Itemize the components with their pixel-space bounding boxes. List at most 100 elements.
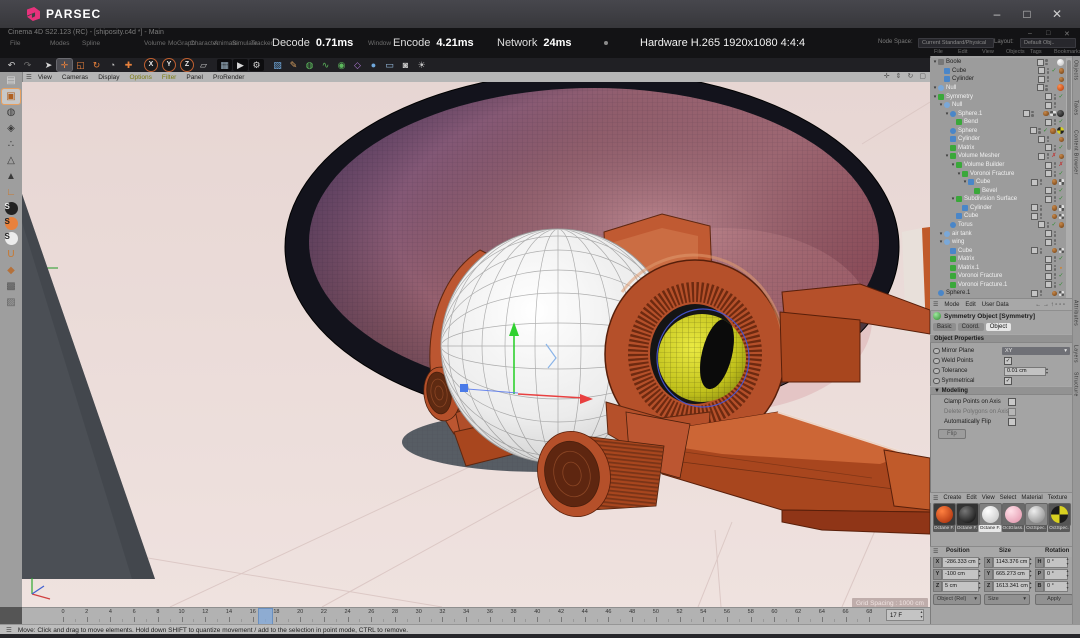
- enable-checkbox[interactable]: [1031, 179, 1038, 186]
- pen-icon[interactable]: ✎: [286, 59, 301, 71]
- camera-icon[interactable]: ◙: [398, 59, 413, 71]
- enable-checkbox[interactable]: [1045, 230, 1052, 237]
- points-mode-icon[interactable]: ∴: [2, 137, 20, 152]
- visibility-dot[interactable]: [1054, 239, 1057, 242]
- tree-row[interactable]: Bevel✓: [930, 186, 1066, 195]
- field-stepper[interactable]: ▴▾: [1028, 581, 1033, 590]
- attr-tab-object[interactable]: Object: [986, 323, 1011, 331]
- enable-checkbox[interactable]: [1045, 102, 1052, 109]
- visibility-dot[interactable]: [1047, 153, 1050, 156]
- om-menu-view[interactable]: View: [982, 49, 994, 55]
- tree-row[interactable]: Cube✓: [930, 67, 1066, 76]
- workplane-icon[interactable]: ◆: [2, 263, 20, 278]
- tree-row[interactable]: ▾Volume Builder✗: [930, 161, 1066, 170]
- material-label[interactable]: OctSpec.: [1048, 525, 1070, 532]
- enable-checkbox[interactable]: [1045, 162, 1052, 169]
- phong-tag-icon[interactable]: [1052, 179, 1058, 185]
- visibility-dot[interactable]: [1054, 273, 1057, 276]
- visibility-dot[interactable]: [1045, 59, 1048, 62]
- uv-tag-icon[interactable]: [1059, 214, 1065, 220]
- material-swatch[interactable]: [1048, 503, 1071, 526]
- field-stepper[interactable]: ▴▾: [1065, 557, 1070, 566]
- 3d-viewport[interactable]: Grid Spacing : 1000 cm: [22, 82, 930, 607]
- material-label[interactable]: OctSpec.: [1025, 525, 1047, 532]
- panel-tab-objects[interactable]: Objects: [1073, 60, 1079, 80]
- tree-row[interactable]: ▾Symmetry✓: [930, 92, 1066, 101]
- size-x-field[interactable]: 1143.376 cm: [993, 557, 1030, 568]
- tree-row[interactable]: ▾Subdivision Surface✓: [930, 195, 1066, 204]
- move-icon[interactable]: ✛: [57, 59, 72, 71]
- phong-tag-icon[interactable]: [1059, 137, 1065, 143]
- visibility-dot[interactable]: [1047, 71, 1050, 74]
- position-y-field[interactable]: -100 cm: [942, 569, 979, 580]
- visibility-dot[interactable]: [1047, 76, 1050, 79]
- material-tag-icon[interactable]: [1057, 84, 1064, 91]
- spline-icon[interactable]: ∿: [318, 59, 333, 71]
- phong-tag-icon[interactable]: [1059, 154, 1065, 160]
- enable-checkbox[interactable]: [1045, 119, 1052, 126]
- enable-checkbox[interactable]: [1031, 290, 1038, 297]
- tree-row[interactable]: Matrix✓: [930, 255, 1066, 264]
- visibility-dot[interactable]: [1038, 131, 1041, 134]
- om-menu-file[interactable]: File: [934, 49, 943, 55]
- visibility-dot[interactable]: [1054, 145, 1057, 148]
- field-stepper[interactable]: ▴▾: [977, 581, 982, 590]
- rotate-icon[interactable]: ↻: [89, 59, 104, 71]
- material-swatch[interactable]: [979, 503, 1002, 526]
- visibility-dot[interactable]: [1054, 166, 1057, 169]
- environment-icon[interactable]: ●: [366, 59, 381, 71]
- snap-2d-icon[interactable]: S: [5, 232, 18, 245]
- material-menu-edit[interactable]: Edit: [966, 495, 976, 501]
- object-enabled-toggle[interactable]: [933, 312, 941, 320]
- toggle-view-icon[interactable]: ▢: [919, 72, 926, 82]
- tree-row[interactable]: Cube: [930, 246, 1066, 255]
- viewport-menu-prorender[interactable]: ProRender: [213, 74, 244, 81]
- enable-checkbox[interactable]: [1023, 110, 1030, 117]
- material-label[interactable]: Octane F.: [979, 525, 1001, 532]
- visibility-dot[interactable]: [1040, 248, 1043, 251]
- material-menu-texture[interactable]: Texture: [1048, 495, 1068, 501]
- deformer-icon[interactable]: ◇: [350, 59, 365, 71]
- tree-row[interactable]: ▾Boole: [930, 58, 1066, 67]
- visibility-dot[interactable]: [1031, 114, 1034, 117]
- mograph-icon[interactable]: ◉: [334, 59, 349, 71]
- tree-row[interactable]: Voronoi Fracture.1✓: [930, 281, 1066, 290]
- render-settings-icon[interactable]: ⚙: [249, 59, 264, 71]
- coord-mode-dropdown[interactable]: Object (Rel)▾: [933, 594, 981, 605]
- attr-menu-icon[interactable]: ☰: [933, 301, 938, 308]
- c4d-menu-window[interactable]: Window: [368, 40, 391, 47]
- attr-checkbox-automatically-flip[interactable]: [1008, 418, 1016, 426]
- visibility-dot[interactable]: [1047, 222, 1050, 225]
- anim-dot[interactable]: [933, 378, 940, 385]
- visibility-dot[interactable]: [1054, 191, 1057, 194]
- visibility-dot[interactable]: [1054, 256, 1057, 259]
- visibility-dot[interactable]: [1045, 85, 1048, 88]
- field-stepper[interactable]: ▴▾: [977, 557, 982, 566]
- material-menu-view[interactable]: View: [982, 495, 995, 501]
- viewport-menu-filter[interactable]: Filter: [162, 74, 176, 81]
- phong-tag-icon[interactable]: [1050, 128, 1056, 134]
- scrollbar-thumb[interactable]: [1067, 60, 1071, 150]
- visibility-dot[interactable]: [1054, 282, 1057, 285]
- viewport-menu-cameras[interactable]: Cameras: [62, 74, 88, 81]
- visibility-dot[interactable]: [1038, 128, 1041, 131]
- om-menu-bookmarks[interactable]: Bookmarks: [1054, 49, 1080, 55]
- material-tag-icon[interactable]: [1057, 59, 1064, 66]
- material-label[interactable]: Octane F.: [933, 525, 955, 532]
- attr-checkbox-clamp-points-on-axis[interactable]: [1008, 398, 1016, 406]
- tree-row[interactable]: Sphere.1: [930, 289, 1066, 298]
- c4d-menu-spline[interactable]: Spline: [82, 40, 100, 47]
- field-stepper[interactable]: ▴▾: [1028, 557, 1033, 566]
- light-icon[interactable]: ☀: [414, 59, 429, 71]
- close-button[interactable]: ✕: [1042, 0, 1072, 28]
- visibility-dot[interactable]: [1054, 231, 1057, 234]
- timeline-ruler[interactable]: 0246810121416182022242628303234363840424…: [22, 607, 930, 625]
- visibility-dot[interactable]: [1054, 268, 1057, 271]
- layout-dropdown[interactable]: Default Obj..: [1020, 38, 1076, 48]
- c4d-close-button[interactable]: ✕: [1064, 30, 1070, 38]
- attr-tab-basic[interactable]: Basic: [933, 323, 956, 331]
- tree-row[interactable]: Cylinder: [930, 204, 1066, 213]
- visibility-dot[interactable]: [1054, 243, 1057, 246]
- phong-tag-icon[interactable]: [1052, 214, 1058, 220]
- enable-checkbox[interactable]: [1031, 204, 1038, 211]
